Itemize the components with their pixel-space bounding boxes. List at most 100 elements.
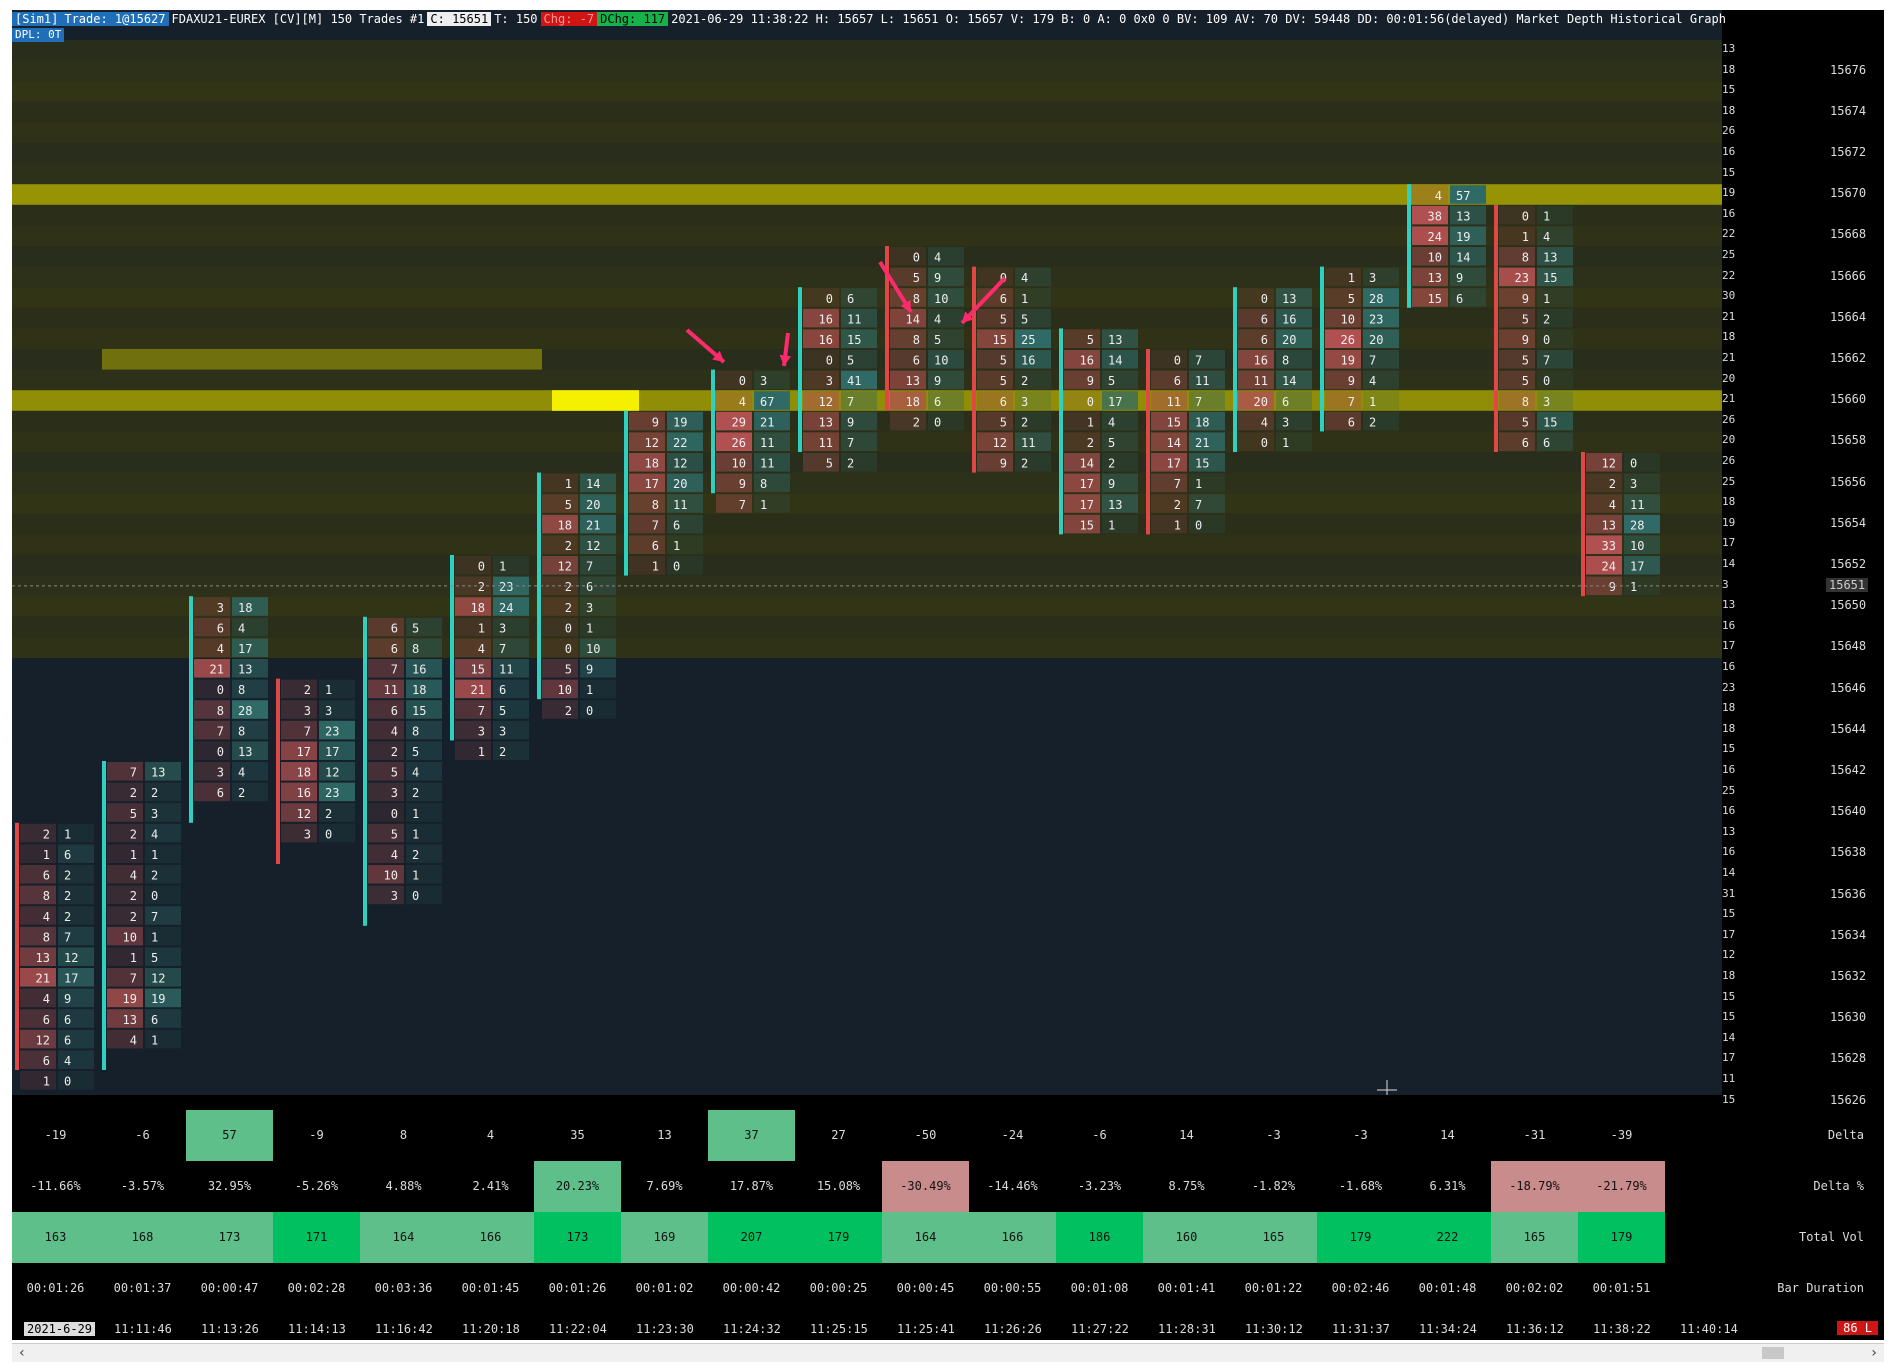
ask-volume: 5 xyxy=(847,354,854,368)
bid-volume: 8 xyxy=(217,704,224,718)
ask-volume: 3 xyxy=(1282,415,1289,429)
footprint-bar[interactable]: 0 45 98 1014 48 56 1013 918 62 0 xyxy=(885,246,964,431)
bid-cell xyxy=(542,700,578,719)
stat-cell: 14 xyxy=(1179,1128,1194,1142)
ask-volume: 16 xyxy=(1021,354,1035,368)
bid-cell xyxy=(1499,432,1535,451)
price-tick-label: 15630 xyxy=(1830,1010,1867,1025)
ask-volume: 11 xyxy=(1630,498,1644,512)
bid-volume: 12 xyxy=(993,436,1007,450)
close-price-badge: C: 15651 xyxy=(427,12,492,26)
bid-cell xyxy=(194,679,230,699)
bid-volume: 10 xyxy=(384,869,398,883)
bid-volume: 17 xyxy=(1080,477,1094,491)
time-axis[interactable]: 2021-6-29 86 L 11:11:46 11:13:26 11:14:13 1… xyxy=(12,1320,1884,1340)
footprint-bar[interactable]: 7 132 25 32 41 14 22 02 710 11 57 1219 1913 64 1 xyxy=(102,761,181,1070)
price-axis[interactable]: 13 18 15 18 26 16 15 19 16 22 25 22 30 21 18 21 20 21 26 20… xyxy=(1722,10,1884,1107)
depth-size-label: 15 xyxy=(1722,1010,1736,1024)
bid-cell xyxy=(1325,391,1361,410)
footprint-chart[interactable]: 2 1 1 6 6 2 8 2 4 2 8 7 13 12 21 17 4 9 6 6 12 6 6 4 1 0 7 13 2 2 5 3 2 4… xyxy=(12,10,1722,1095)
bid-volume: 8 xyxy=(1522,395,1529,409)
stat-cell: 2.41% xyxy=(472,1179,509,1193)
ask-volume: 9 xyxy=(934,271,941,285)
heat-row xyxy=(12,719,1722,741)
bid-volume: 6 xyxy=(391,621,398,635)
bid-cell xyxy=(716,370,752,390)
ask-volume: 16 xyxy=(1282,312,1296,326)
ask-volume: 4 xyxy=(64,1054,71,1068)
bid-cell xyxy=(281,679,317,699)
bid-cell xyxy=(977,391,1013,410)
ask-volume: 9 xyxy=(847,415,854,429)
stat-cell: 165 xyxy=(1491,1212,1578,1263)
depth-size-label: 11 xyxy=(1722,1072,1736,1085)
bid-cell xyxy=(1064,432,1100,451)
stat-cell: 160 xyxy=(1143,1212,1230,1263)
bid-cell xyxy=(1499,411,1535,431)
bid-volume: 5 xyxy=(1348,292,1355,306)
ask-volume: 1 xyxy=(760,498,767,512)
bid-cell xyxy=(281,823,317,843)
ask-volume: 2 xyxy=(847,457,854,471)
bid-volume: 2 xyxy=(130,786,137,800)
ask-volume: 1 xyxy=(64,827,71,841)
bid-cell xyxy=(803,453,839,472)
time-tick-label: 11:36:12 xyxy=(1506,1322,1564,1336)
bid-volume: 10 xyxy=(558,683,572,697)
stat-cell: -3 xyxy=(1353,1128,1368,1142)
bid-cell xyxy=(20,1071,56,1090)
ask-volume: 0 xyxy=(1543,374,1550,388)
footprint-bar[interactable]: 3 186 44 1721 130 88 287 80 133 46 2 xyxy=(189,596,268,823)
stat-cell: 179 xyxy=(1317,1212,1404,1263)
sim-account-badge[interactable]: [Sim1] xyxy=(12,12,62,26)
bid-volume: 1 xyxy=(1174,518,1181,532)
bid-volume: 1 xyxy=(130,951,137,965)
ask-volume: 13 xyxy=(1456,209,1470,223)
scroll-right-icon[interactable]: › xyxy=(1866,1344,1882,1362)
bar-duration-row: 00:01:26 00:01:37 00:00:47 00:02:28 00:03:36… xyxy=(12,1263,1884,1314)
stat-cell: 15.08% xyxy=(816,1179,861,1193)
heat-row xyxy=(12,1008,1722,1029)
ask-volume: 0 xyxy=(1195,518,1202,532)
bid-cell xyxy=(1586,494,1622,513)
depth-size-label: 25 xyxy=(1722,474,1736,488)
stat-cell: 00:01:41 xyxy=(1157,1281,1216,1295)
bid-volume: 33 xyxy=(1602,539,1616,553)
bid-volume: 8 xyxy=(913,333,920,347)
price-tick-label: 15658 xyxy=(1830,433,1867,448)
bid-cell xyxy=(455,720,491,740)
stat-cell: -9 xyxy=(309,1128,324,1142)
bid-volume: 2 xyxy=(304,683,311,697)
bar-range-line xyxy=(450,555,454,741)
bid-volume: 0 xyxy=(739,374,746,388)
bid-cell xyxy=(194,597,230,616)
footprint-svg[interactable]: 2 11 66 28 24 28 713 1221 174 96 612 66 41 07 132 25 32 4… xyxy=(12,10,1722,1095)
bid-cell xyxy=(1064,329,1100,348)
footprint-bar[interactable]: 0 616 1116 150 53 4112 713 911 75 2 xyxy=(798,287,877,472)
app-window: [Sim1] Trade: 1@15627 FDAXU21-EUREX [CV][M… xyxy=(0,0,1896,1370)
horizontal-scrollbar[interactable]: ‹ › xyxy=(12,1343,1884,1362)
scroll-thumb[interactable] xyxy=(1762,1347,1784,1359)
footprint-bar[interactable]: 2 13 37 2317 1718 1216 2312 23 0 xyxy=(276,678,355,864)
heat-row xyxy=(12,802,1722,823)
footprint-bar[interactable]: 0 76 1111 715 1814 2117 157 12 71 0 xyxy=(1146,349,1225,535)
ask-volume: 1 xyxy=(1282,436,1289,450)
bid-volume: 6 xyxy=(913,354,920,368)
scroll-left-icon[interactable]: ‹ xyxy=(14,1344,30,1362)
depth-size-label: 18 xyxy=(1722,62,1736,76)
footprint-bar[interactable]: 12 02 34 11 13 28 33 10 24 17 9 1 xyxy=(1581,452,1660,597)
bid-cell xyxy=(542,638,578,657)
bid-volume: 13 xyxy=(1428,271,1442,285)
ask-volume: 2 xyxy=(412,848,419,862)
footprint-bar[interactable]: 6 56 87 1611 186 154 82 55 43 20 15 14 210 13 0 xyxy=(363,616,442,926)
ask-volume: 2 xyxy=(1369,415,1376,429)
stat-cell: 00:01:02 xyxy=(635,1281,694,1295)
bid-cell xyxy=(1499,391,1535,410)
bid-volume: 1 xyxy=(478,621,485,635)
ask-volume: 12 xyxy=(151,972,165,986)
bid-volume: 5 xyxy=(1522,374,1529,388)
ask-volume: 2 xyxy=(64,910,71,924)
bar-range-line xyxy=(798,287,802,452)
ask-volume: 1 xyxy=(412,869,419,883)
bid-cell xyxy=(716,494,752,513)
